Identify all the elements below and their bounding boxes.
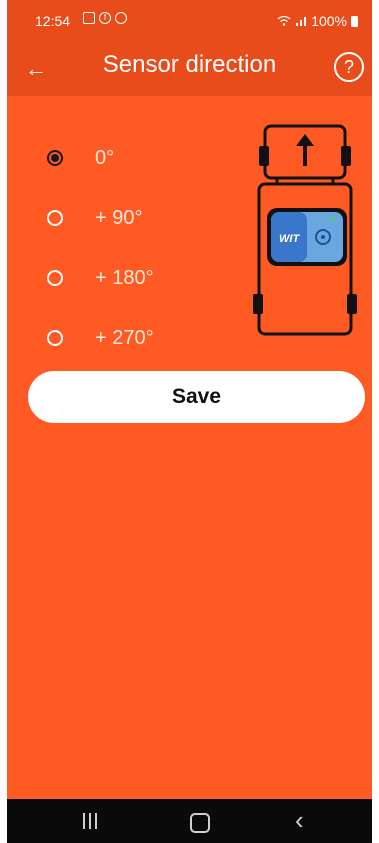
page-title: Sensor direction bbox=[102, 51, 277, 78]
sensor-device-icon: WIT bbox=[267, 208, 347, 266]
option-label: + 90° bbox=[95, 206, 143, 229]
app-screen: 12:54 f 100% ← Sensor direction ? 0° + 9… bbox=[7, 0, 372, 843]
recent-apps-icon[interactable] bbox=[81, 809, 101, 833]
status-right: 100% bbox=[277, 13, 358, 29]
navigation-bar: ‹ bbox=[7, 799, 372, 843]
help-icon[interactable]: ? bbox=[334, 52, 364, 82]
svg-text:WIT: WIT bbox=[279, 233, 300, 245]
option-270[interactable]: + 270° bbox=[47, 308, 154, 368]
radio-button[interactable] bbox=[47, 150, 63, 166]
option-90[interactable]: + 90° bbox=[47, 188, 154, 248]
app-notification-icon bbox=[115, 12, 127, 24]
notification-icons: f bbox=[83, 12, 127, 24]
signal-icon bbox=[296, 17, 307, 26]
option-0[interactable]: 0° bbox=[47, 128, 154, 188]
option-label: + 180° bbox=[95, 266, 154, 289]
arrow-up-icon bbox=[296, 134, 314, 166]
radio-button[interactable] bbox=[47, 210, 63, 226]
gallery-notification-icon bbox=[83, 12, 95, 24]
option-label: 0° bbox=[95, 146, 115, 169]
car-diagram: WIT bbox=[253, 124, 357, 336]
save-button[interactable]: Save bbox=[28, 371, 365, 423]
back-chevron-icon[interactable]: ‹ bbox=[295, 807, 315, 833]
option-label: + 270° bbox=[95, 326, 154, 349]
status-bar: 12:54 f 100% bbox=[7, 0, 372, 42]
battery-icon bbox=[351, 15, 358, 27]
app-bar: ← Sensor direction ? bbox=[7, 42, 372, 96]
home-icon[interactable] bbox=[190, 813, 210, 833]
wifi-icon bbox=[277, 16, 291, 26]
direction-options: 0° + 90° + 180° + 270° bbox=[47, 128, 154, 368]
status-time: 12:54 bbox=[35, 13, 71, 29]
app-notification-icon: f bbox=[99, 12, 111, 24]
battery-level: 100% bbox=[311, 13, 347, 29]
radio-button[interactable] bbox=[47, 330, 63, 346]
option-180[interactable]: + 180° bbox=[47, 248, 154, 308]
radio-button[interactable] bbox=[47, 270, 63, 286]
